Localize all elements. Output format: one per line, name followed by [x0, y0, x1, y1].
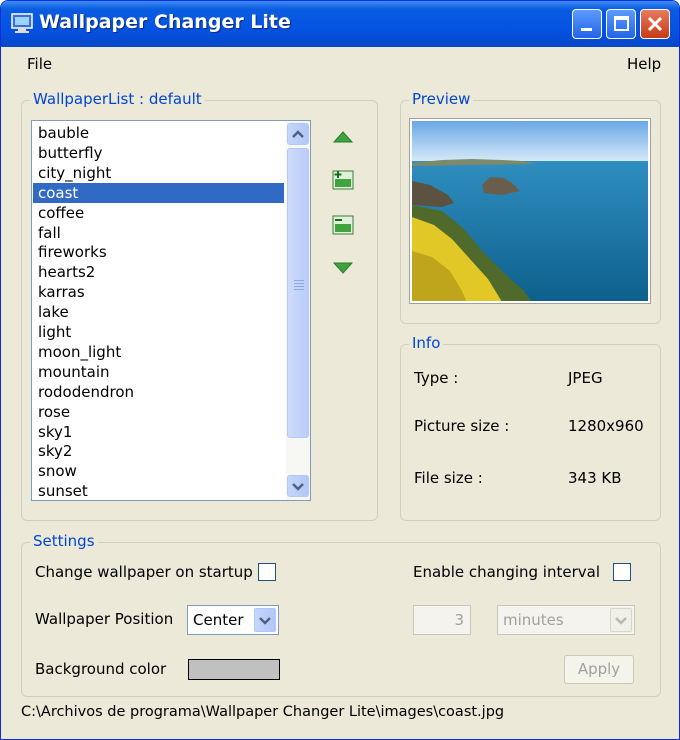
close-button[interactable] — [640, 9, 670, 39]
menu-bar: File Help — [1, 47, 679, 79]
list-item[interactable]: mountain — [33, 362, 284, 382]
interval-unit-select[interactable]: minutes — [497, 605, 635, 635]
settings-title: Settings — [30, 532, 98, 550]
list-item[interactable]: coffee — [33, 203, 284, 223]
move-up-icon[interactable] — [331, 124, 355, 148]
move-down-icon[interactable] — [331, 257, 355, 281]
chevron-down-icon — [615, 617, 627, 625]
list-item[interactable]: bauble — [33, 123, 284, 143]
interval-unit-value: minutes — [503, 611, 564, 629]
minimize-button[interactable] — [572, 9, 602, 39]
list-item[interactable]: sky2 — [33, 441, 284, 461]
scroll-down-button[interactable] — [287, 475, 309, 497]
type-value: JPEG — [568, 369, 603, 387]
list-item[interactable]: sky1 — [33, 422, 284, 442]
close-icon — [647, 16, 663, 32]
minimize-icon — [581, 28, 592, 31]
list-item[interactable]: hearts2 — [33, 262, 284, 282]
list-item[interactable]: rose — [33, 402, 284, 422]
preview-title: Preview — [409, 90, 474, 108]
scroll-thumb[interactable] — [287, 148, 309, 438]
list-item[interactable]: city_night — [33, 163, 284, 183]
scroll-up-button[interactable] — [287, 123, 309, 145]
window-title: Wallpaper Changer Lite — [39, 11, 291, 33]
interval-checkbox[interactable] — [613, 563, 631, 581]
interval-value-input[interactable]: 3 — [413, 605, 471, 635]
type-label: Type : — [414, 369, 459, 387]
list-item[interactable]: light — [33, 322, 284, 342]
position-value: Center — [193, 611, 244, 629]
list-item[interactable]: fall — [33, 223, 284, 243]
position-dropdown-button[interactable] — [254, 608, 276, 632]
list-item[interactable]: rododendron — [33, 382, 284, 402]
list-item[interactable]: coast — [33, 182, 284, 203]
list-item[interactable]: karras — [33, 282, 284, 302]
interval-label: Enable changing interval — [413, 563, 600, 581]
maximize-button[interactable] — [606, 9, 636, 39]
list-item[interactable]: lake — [33, 302, 284, 322]
startup-checkbox[interactable] — [258, 563, 276, 581]
list-item[interactable]: snow — [33, 461, 284, 481]
apply-button[interactable]: Apply — [564, 655, 634, 684]
chevron-up-icon — [292, 130, 304, 138]
remove-image-icon[interactable] — [331, 213, 355, 237]
wallpaper-listbox[interactable]: bauble butterfly city_night coast coffee fall… — [31, 120, 311, 501]
list-item[interactable]: moon_light — [33, 342, 284, 362]
chevron-down-icon — [259, 617, 271, 625]
position-select[interactable]: Center — [187, 605, 279, 635]
maximize-icon — [614, 16, 629, 31]
monitor-icon — [11, 13, 33, 33]
status-path: C:\Archivos de programa\Wallpaper Change… — [21, 704, 505, 720]
background-color-swatch[interactable] — [188, 659, 280, 680]
list-item[interactable]: sunset — [33, 481, 284, 501]
chevron-down-icon — [292, 483, 304, 491]
list-item[interactable]: fireworks — [33, 242, 284, 262]
list-item[interactable]: butterfly — [33, 143, 284, 163]
picture-size-label: Picture size : — [414, 417, 510, 435]
background-color-label: Background color — [35, 660, 167, 678]
startup-label: Change wallpaper on startup — [35, 563, 253, 581]
menu-file[interactable]: File — [27, 55, 52, 73]
position-label: Wallpaper Position — [35, 610, 174, 628]
preview-image — [409, 118, 651, 304]
menu-help[interactable]: Help — [627, 55, 661, 73]
main-window: Wallpaper Changer Lite File Help Wallpap… — [0, 0, 680, 740]
title-bar[interactable]: Wallpaper Changer Lite — [1, 1, 679, 47]
info-title: Info — [409, 334, 444, 352]
wallpaper-list-title: WallpaperList : default — [30, 90, 205, 108]
add-image-icon[interactable] — [331, 168, 355, 192]
vertical-scrollbar[interactable] — [286, 121, 310, 500]
file-size-label: File size : — [414, 469, 483, 487]
file-size-value: 343 KB — [568, 469, 622, 487]
interval-unit-dropdown-button[interactable] — [610, 608, 632, 632]
picture-size-value: 1280x960 — [568, 417, 644, 435]
